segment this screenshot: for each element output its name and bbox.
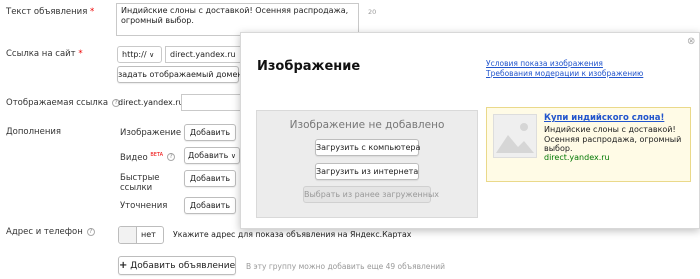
choose-previous-button[interactable]: Выбрать из ранее загруженных <box>303 186 439 203</box>
ad-text-label: Текст объявления * <box>6 7 95 17</box>
upload-computer-button[interactable]: Загрузить с компьютера <box>315 139 420 156</box>
close-icon[interactable]: ⊗ <box>687 37 695 47</box>
video-add-button[interactable]: Добавить ∨ <box>184 147 240 164</box>
plus-icon: + <box>119 260 128 271</box>
required-mark: * <box>90 7 95 17</box>
popup-title: Изображение <box>257 59 361 74</box>
site-url-input[interactable]: direct.yandex.ru <box>165 46 245 63</box>
display-domain-button[interactable]: задать отображаемый домен <box>117 66 243 83</box>
site-link-label: Ссылка на сайт * <box>6 49 83 59</box>
additions-label: Дополнения <box>6 127 62 137</box>
chevron-down-icon: ∨ <box>230 152 236 160</box>
video-label: Видео BETA? <box>120 152 176 163</box>
moderation-requirements-link[interactable]: Требования модерации к изображению <box>486 69 643 78</box>
image-popup: Изображение Условия показа изображения Т… <box>240 32 700 229</box>
quick-links-label: Быстрые ссылки <box>120 173 160 193</box>
add-ad-button[interactable]: + Добавить объявление <box>118 256 236 275</box>
toggle-knob <box>119 227 137 243</box>
address-phone-label: Адрес и телефон? <box>6 227 95 237</box>
image-conditions-link[interactable]: Условия показа изображения <box>486 59 603 68</box>
preview-title[interactable]: Купи индийского слона! <box>544 113 664 123</box>
beta-badge: BETA <box>150 152 164 158</box>
required-mark: * <box>78 49 83 59</box>
no-image-text: Изображение не добавлено <box>289 119 445 131</box>
image-add-button[interactable]: Добавить <box>184 124 236 141</box>
ad-preview: Купи индийского слона! Индийские слоны с… <box>486 107 691 182</box>
display-link-input[interactable] <box>181 94 241 111</box>
help-icon[interactable]: ? <box>86 227 95 236</box>
image-upload-area: Изображение не добавлено Загрузить с ком… <box>256 110 478 218</box>
protocol-select[interactable]: http:// ∨ <box>117 46 162 63</box>
ad-text-counter: 20 <box>368 8 377 16</box>
preview-text: Индийские слоны с доставкой! Осенняя рас… <box>544 125 682 153</box>
image-placeholder-icon <box>493 114 537 158</box>
image-label: Изображение <box>120 128 182 138</box>
display-link-domain: direct.yandex.ru/ <box>118 98 187 107</box>
preview-url: direct.yandex.ru <box>544 153 610 162</box>
display-link-label: Отображаемая ссылка? <box>6 98 121 108</box>
address-toggle[interactable]: нет <box>118 226 164 244</box>
address-hint: Укажите адрес для показа объявления на Я… <box>173 230 412 239</box>
chevron-down-icon: ∨ <box>149 51 155 59</box>
clarifications-label: Уточнения <box>120 201 168 211</box>
toggle-value: нет <box>141 230 156 239</box>
upload-internet-button[interactable]: Загрузить из интернета <box>315 163 419 180</box>
clarifications-add-button[interactable]: Добавить <box>184 197 236 214</box>
help-icon[interactable]: ? <box>167 153 176 162</box>
add-ad-hint: В эту группу можно добавить еще 49 объяв… <box>246 262 446 271</box>
quick-links-add-button[interactable]: Добавить <box>184 170 236 187</box>
